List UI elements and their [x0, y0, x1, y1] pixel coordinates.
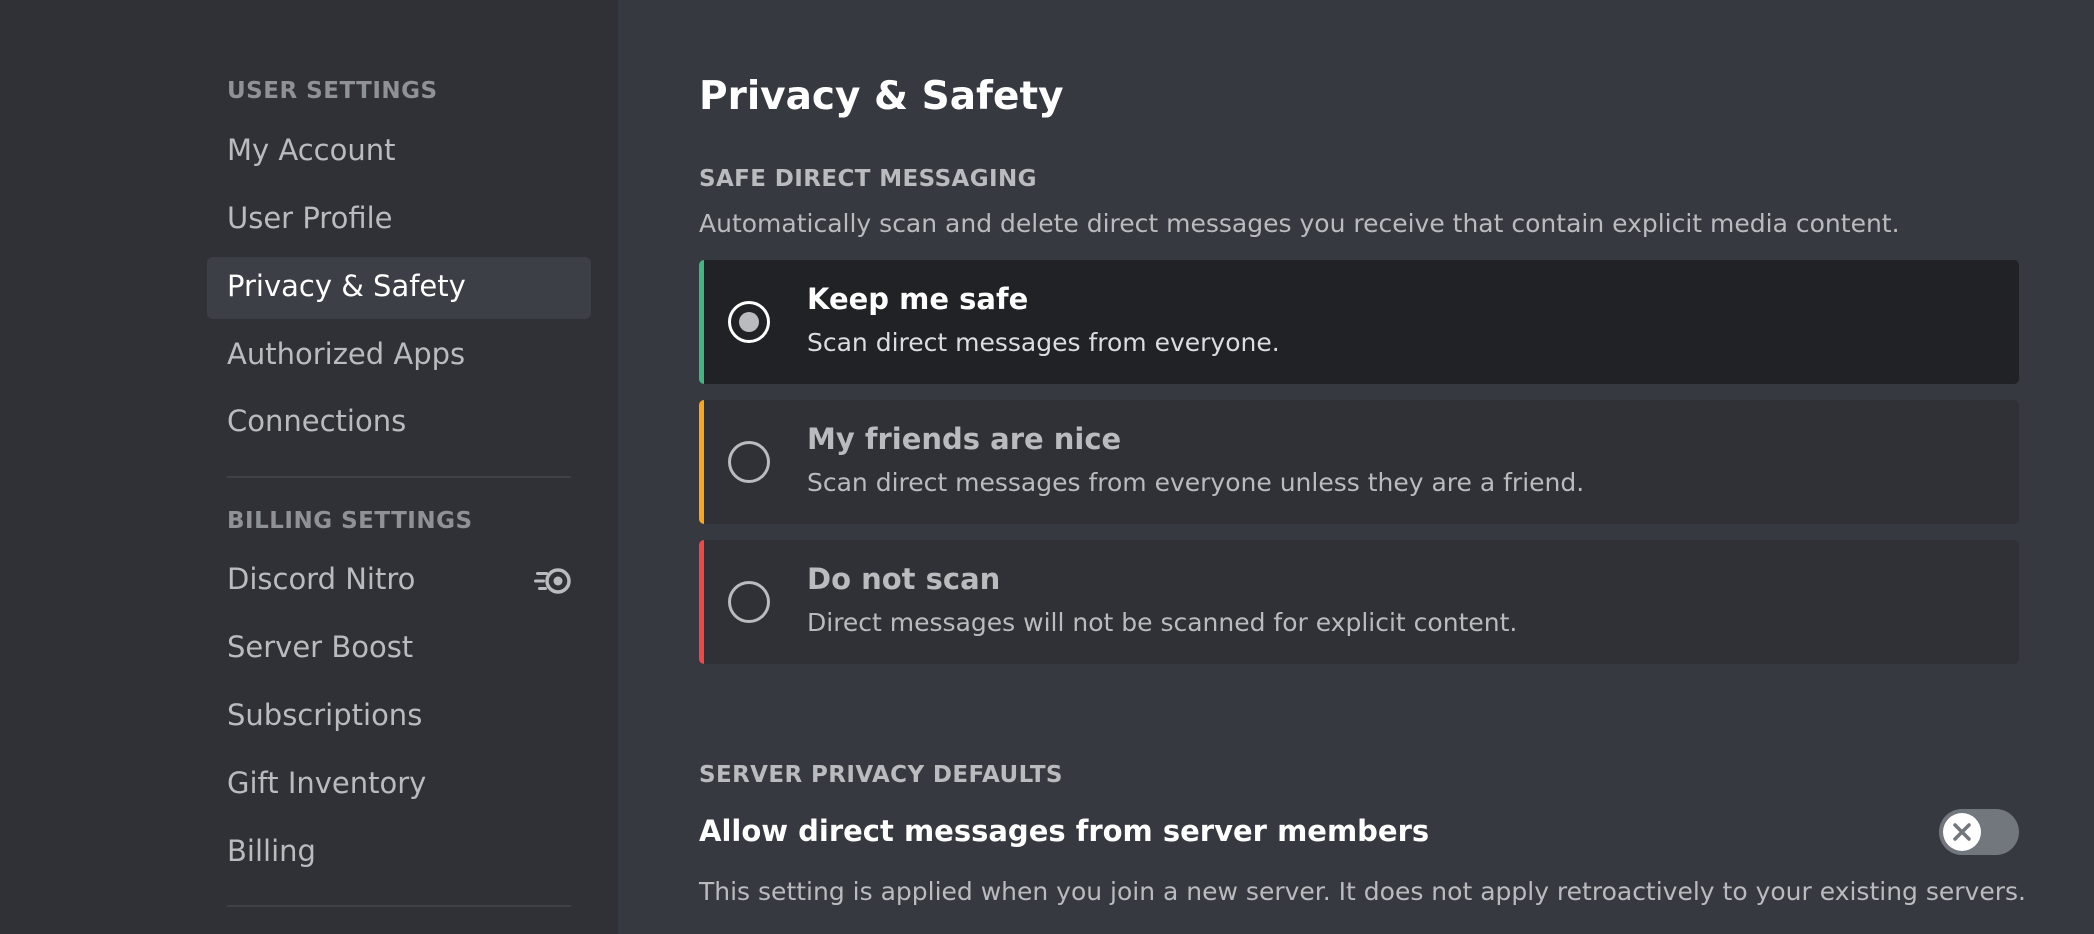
sidebar-item-label: Gift Inventory	[227, 766, 427, 800]
sidebar-item-authorized-apps[interactable]: Authorized Apps	[207, 325, 591, 387]
billing-settings-heading: Billing Settings	[227, 508, 473, 534]
settings-window: User Settings My Account User Profile Pr…	[0, 0, 2094, 934]
user-settings-heading: User Settings	[227, 78, 438, 104]
sidebar-item-label: Server Boost	[227, 630, 414, 664]
radio-option-do-not-scan[interactable]: Do not scan Direct messages will not be …	[699, 540, 2019, 664]
nitro-icon	[533, 567, 573, 595]
radio-option-friends-are-nice[interactable]: My friends are nice Scan direct messages…	[699, 400, 2019, 524]
sidebar-divider	[227, 905, 571, 907]
radio-button[interactable]	[728, 581, 770, 623]
sidebar-item-discord-nitro[interactable]: Discord Nitro	[207, 550, 591, 612]
safe-dm-description: Automatically scan and delete direct mes…	[699, 209, 1900, 238]
sidebar-item-my-account[interactable]: My Account	[207, 121, 591, 183]
safe-dm-heading: Safe Direct Messaging	[699, 166, 1037, 192]
sidebar-item-label: Billing	[227, 834, 316, 868]
sidebar-item-label: Authorized Apps	[227, 337, 466, 371]
allow-dm-setting-title: Allow direct messages from server member…	[699, 814, 1430, 848]
option-title: Do not scan	[807, 562, 1001, 596]
radio-button[interactable]	[728, 441, 770, 483]
sidebar-item-label: Privacy & Safety	[227, 269, 466, 303]
allow-dm-toggle[interactable]	[1939, 809, 2019, 855]
close-icon	[1953, 823, 1971, 841]
option-color-stripe	[699, 400, 704, 524]
sidebar-item-connections[interactable]: Connections	[207, 392, 591, 454]
sidebar-item-server-boost[interactable]: Server Boost	[207, 618, 591, 680]
option-description: Direct messages will not be scanned for …	[807, 608, 1518, 637]
sidebar-divider	[227, 476, 571, 478]
settings-content: Privacy & Safety Safe Direct Messaging A…	[618, 0, 2094, 934]
sidebar-item-label: Subscriptions	[227, 698, 423, 732]
sidebar-item-billing[interactable]: Billing	[207, 822, 591, 884]
radio-button[interactable]	[728, 301, 770, 343]
sidebar-item-label: User Profile	[227, 201, 393, 235]
option-description: Scan direct messages from everyone.	[807, 328, 1280, 357]
sidebar-item-label: Connections	[227, 404, 407, 438]
sidebar-item-gift-inventory[interactable]: Gift Inventory	[207, 754, 591, 816]
radio-selected-dot	[739, 312, 759, 332]
allow-dm-setting-description: This setting is applied when you join a …	[699, 877, 2026, 906]
sidebar-item-subscriptions[interactable]: Subscriptions	[207, 686, 591, 748]
settings-sidebar: User Settings My Account User Profile Pr…	[0, 0, 618, 934]
radio-option-keep-me-safe[interactable]: Keep me safe Scan direct messages from e…	[699, 260, 2019, 384]
option-color-stripe	[699, 260, 704, 384]
sidebar-item-label: My Account	[227, 133, 396, 167]
sidebar-item-user-profile[interactable]: User Profile	[207, 189, 591, 251]
option-description: Scan direct messages from everyone unles…	[807, 468, 1585, 497]
toggle-knob	[1943, 813, 1981, 851]
page-title: Privacy & Safety	[699, 74, 1064, 119]
option-title: My friends are nice	[807, 422, 1122, 456]
sidebar-item-privacy-safety[interactable]: Privacy & Safety	[207, 257, 591, 319]
option-title: Keep me safe	[807, 282, 1029, 316]
sidebar-item-label: Discord Nitro	[227, 562, 416, 596]
option-color-stripe	[699, 540, 704, 664]
server-privacy-heading: Server Privacy Defaults	[699, 762, 1063, 788]
